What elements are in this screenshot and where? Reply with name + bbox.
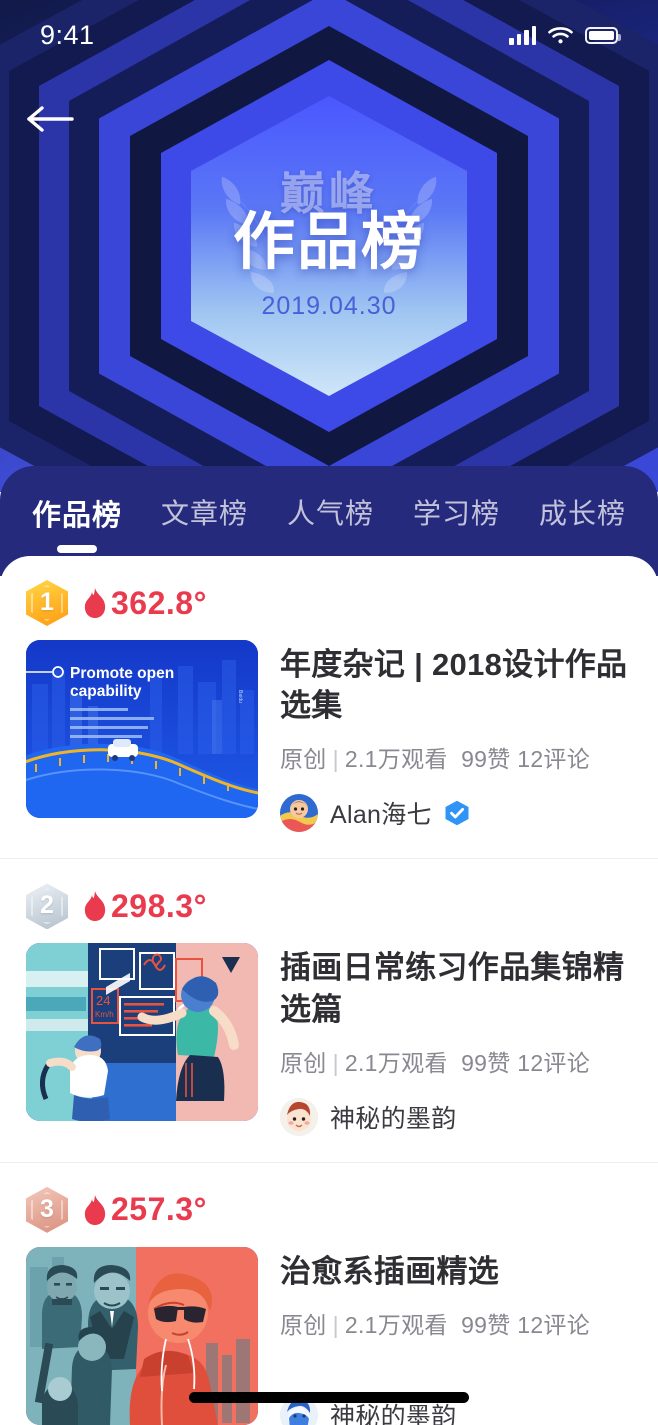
tab-label: 学习榜 — [412, 498, 500, 529]
hero-title: 作品榜 — [232, 208, 425, 278]
tab-xuexibang[interactable]: 学习榜 — [409, 492, 504, 551]
heat-score: 362.8° — [82, 585, 207, 622]
meta-likes: 99赞 — [461, 1049, 511, 1076]
rank-header: 2 298.3° — [26, 859, 632, 943]
tab-active-indicator — [562, 543, 602, 551]
item-meta: 原创 | 2.1万观看 99赞 12评论 — [280, 1306, 632, 1340]
thumbnail-illustration-gym[interactable]: 24 Km/h — [26, 943, 258, 1122]
author-row[interactable]: 神秘的墨韵 — [280, 1097, 632, 1136]
flame-icon — [84, 891, 106, 922]
list-item[interactable]: 2 298.3° 24 Km/h 插画日常练习作品集锦精选篇 原创 | 2.1万… — [0, 858, 658, 1161]
author-row[interactable]: Alan海七 — [280, 794, 632, 833]
ranking-list: 1 362.8° Promote open capability Baidu 年… — [0, 556, 658, 1425]
item-title: 插画日常练习作品集锦精选篇 — [280, 950, 625, 1027]
heat-score: 257.3° — [82, 1191, 207, 1228]
flame-icon — [84, 588, 106, 618]
tab-label: 人气榜 — [286, 498, 374, 529]
meta-separator: | — [332, 1312, 339, 1339]
avatar-alan — [280, 794, 318, 833]
tab-label: 作品榜 — [32, 500, 123, 532]
rank-header: 1 362.8° — [26, 556, 632, 640]
meta-origin: 原创 — [280, 1049, 327, 1076]
flame-icon — [84, 1194, 106, 1225]
rank-number: 3 — [40, 1194, 54, 1223]
list-item[interactable]: 3 257.3° 治愈系插画精选 原创 | 2.1万观看 99赞 12评论 神秘… — [0, 1161, 658, 1425]
heat-value: 257.3° — [111, 1191, 207, 1228]
tab-label: 成长榜 — [538, 498, 626, 529]
meta-separator: | — [332, 1049, 339, 1076]
verified-badge-icon — [445, 801, 469, 826]
meta-views: 2.1万观看 — [344, 746, 448, 773]
heat-value: 298.3° — [111, 887, 207, 924]
meta-comments: 12评论 — [517, 1049, 591, 1076]
wifi-icon — [548, 27, 573, 44]
status-icons — [509, 25, 621, 45]
back-button[interactable] — [26, 96, 82, 142]
meta-likes: 99赞 — [461, 746, 511, 773]
svg-text:capability: capability — [70, 683, 142, 700]
item-info: 插画日常练习作品集锦精选篇 原创 | 2.1万观看 99赞 12评论 神秘的墨韵 — [280, 943, 632, 1136]
heat-score: 298.3° — [82, 888, 207, 925]
hero-banner: 巅峰 作品榜 2019.04.30 — [0, 0, 658, 492]
battery-icon — [585, 26, 621, 44]
meta-separator: | — [332, 746, 339, 773]
cellular-signal-icon — [509, 25, 536, 45]
rank-number: 2 — [40, 891, 54, 920]
author-name: Alan海七 — [330, 801, 432, 830]
meta-comments: 12评论 — [517, 746, 591, 773]
thumbnail-promote-open-capability[interactable]: Promote open capability Baidu — [26, 640, 258, 818]
back-arrow-icon — [27, 106, 74, 132]
meta-comments: 12评论 — [517, 1312, 591, 1339]
hero-date: 2019.04.30 — [261, 291, 397, 320]
tab-chengzhangbang[interactable]: 成长榜 — [535, 492, 630, 551]
item-title: 治愈系插画精选 — [280, 1253, 500, 1289]
tab-renqibang[interactable]: 人气榜 — [283, 492, 378, 551]
tab-active-indicator — [436, 543, 476, 551]
item-meta: 原创 | 2.1万观看 99赞 12评论 — [280, 740, 632, 774]
item-meta: 原创 | 2.1万观看 99赞 12评论 — [280, 1044, 632, 1078]
rank-badge-gold: 1 — [26, 580, 68, 626]
tab-active-indicator — [57, 545, 97, 553]
tab-wenzhangbang[interactable]: 文章榜 — [157, 492, 252, 551]
rank-badge-bronze: 3 — [26, 1186, 68, 1233]
svg-text:Promote open: Promote open — [70, 665, 174, 682]
avatar-moyun — [280, 1097, 318, 1136]
meta-views: 2.1万观看 — [344, 1049, 448, 1076]
home-indicator[interactable] — [189, 1392, 469, 1403]
author-name: 神秘的墨韵 — [330, 1104, 457, 1133]
item-body: Promote open capability Baidu 年度杂记 | 201… — [26, 640, 632, 858]
heat-value: 362.8° — [111, 584, 207, 621]
rank-number: 1 — [40, 588, 54, 616]
item-body: 24 Km/h 插画日常练习作品集锦精选篇 原创 | 2.1万观看 99赞 12… — [26, 943, 632, 1161]
meta-views: 2.1万观看 — [344, 1312, 448, 1339]
svg-text:Baidu: Baidu — [237, 690, 243, 703]
status-time: 9:41 — [40, 19, 95, 50]
svg-text:Km/h: Km/h — [95, 1010, 114, 1019]
tab-zuopinbang[interactable]: 作品榜 — [28, 492, 126, 553]
rank-badge-silver: 2 — [26, 883, 68, 930]
tab-label: 文章榜 — [160, 498, 248, 529]
tab-active-indicator — [184, 543, 224, 551]
meta-origin: 原创 — [280, 746, 327, 773]
tab-active-indicator — [310, 543, 350, 551]
svg-text:24: 24 — [96, 993, 110, 1008]
meta-origin: 原创 — [280, 1312, 327, 1339]
rank-header: 3 257.3° — [26, 1163, 632, 1247]
meta-likes: 99赞 — [461, 1312, 511, 1339]
item-info: 年度杂记 | 2018设计作品选集 原创 | 2.1万观看 99赞 12评论 A… — [280, 640, 632, 833]
status-bar: 9:41 — [0, 0, 658, 70]
item-title: 年度杂记 | 2018设计作品选集 — [280, 647, 628, 724]
list-item[interactable]: 1 362.8° Promote open capability Baidu 年… — [0, 556, 658, 858]
